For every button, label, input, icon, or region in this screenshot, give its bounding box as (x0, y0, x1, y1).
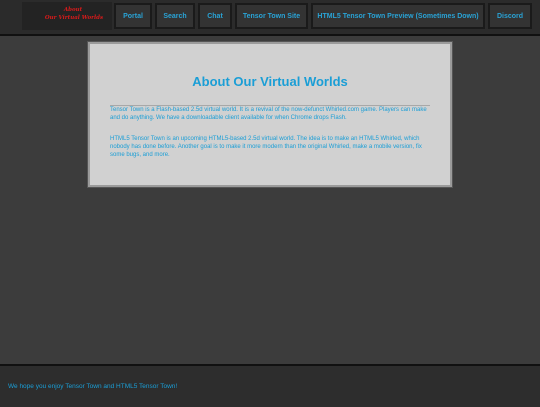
footer-message: We hope you enjoy Tensor Town and HTML5 … (8, 383, 178, 390)
logo-text-line-1: About (63, 7, 83, 13)
about-panel: About Our Virtual Worlds Tensor Town is … (88, 42, 452, 187)
nav-discord-button[interactable]: Discord (488, 3, 532, 29)
page-title: About Our Virtual Worlds (192, 74, 348, 89)
top-nav-bar: About Our Virtual Worlds Portal Search C… (0, 0, 540, 36)
nav-html5-preview-button[interactable]: HTML5 Tensor Town Preview (Sometimes Dow… (311, 3, 485, 29)
nav-tensor-town-site-button[interactable]: Tensor Town Site (235, 3, 308, 29)
logo-text-line-2: Our Virtual Worlds (44, 15, 104, 21)
nav-chat-button[interactable]: Chat (198, 3, 232, 29)
page-footer: We hope you enjoy Tensor Town and HTML5 … (0, 364, 540, 407)
nav-portal-button[interactable]: Portal (114, 3, 152, 29)
site-logo[interactable]: About Our Virtual Worlds (22, 2, 112, 30)
tensor-town-description: Tensor Town is a Flash-based 2.5d virtua… (110, 107, 427, 121)
nav-search-button[interactable]: Search (155, 3, 195, 29)
html5-tensor-town-description: HTML5 Tensor Town is an upcoming HTML5-b… (110, 136, 422, 158)
